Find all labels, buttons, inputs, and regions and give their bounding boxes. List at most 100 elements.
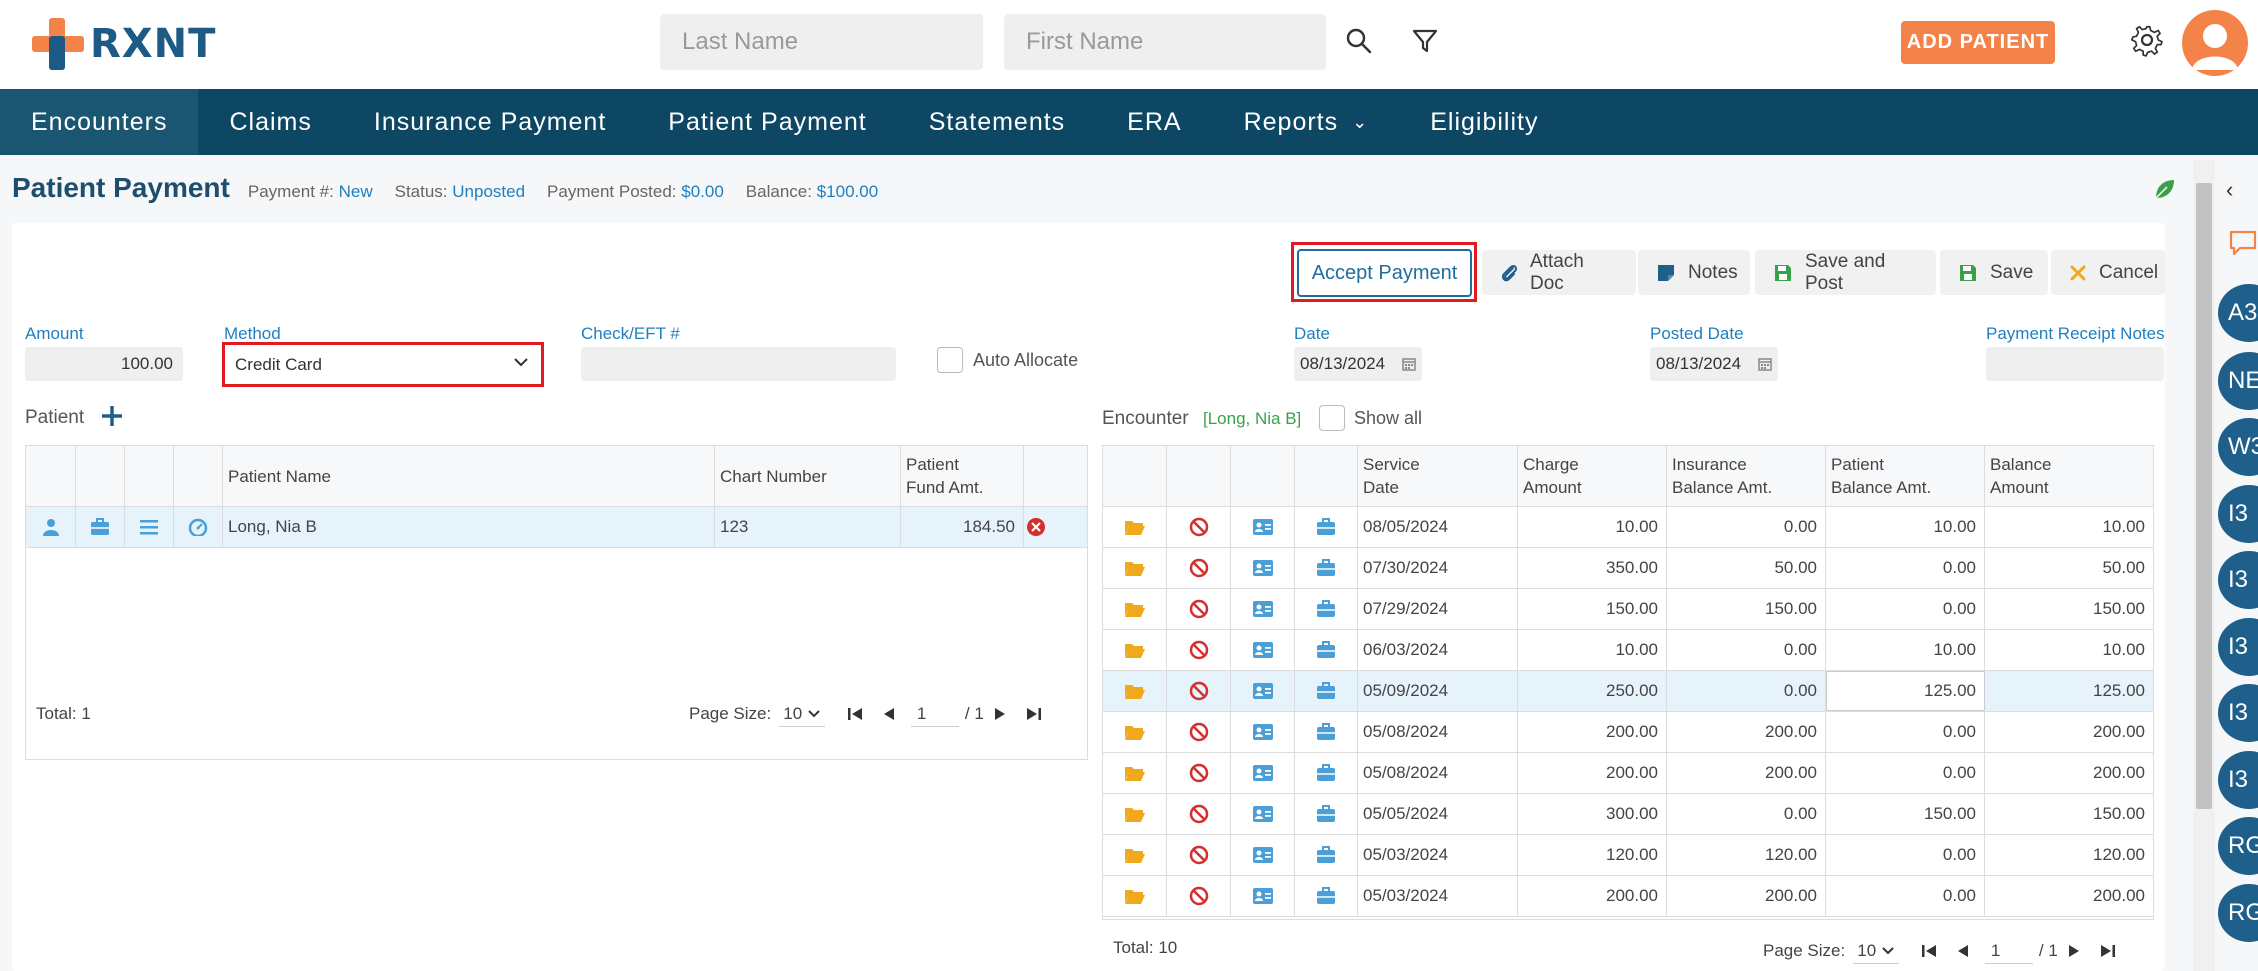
receipt-notes-input[interactable] <box>1986 347 2164 381</box>
page-number-input[interactable]: 1 <box>1984 938 2033 964</box>
briefcase-icon[interactable] <box>1295 630 1358 670</box>
folder-open-icon[interactable] <box>1103 589 1167 629</box>
folder-open-icon[interactable] <box>1103 671 1167 711</box>
folder-open-icon[interactable] <box>1103 876 1167 916</box>
patient-balance-cell[interactable]: 0.00 <box>1826 753 1985 793</box>
prev-page-icon[interactable] <box>1957 944 1969 958</box>
leaf-icon[interactable] <box>2154 178 2176 200</box>
patient-balance-cell[interactable]: 10.00 <box>1826 507 1985 547</box>
gear-icon[interactable] <box>2130 23 2164 57</box>
filter-icon[interactable] <box>1408 24 1442 58</box>
ban-icon[interactable] <box>1167 794 1231 834</box>
id-card-icon[interactable] <box>1231 876 1295 916</box>
nav-insurance-payment[interactable]: Insurance Payment <box>343 89 637 155</box>
rxnt-logo[interactable]: RXNT <box>32 18 216 70</box>
next-page-icon[interactable] <box>2068 944 2080 958</box>
save-and-post-button[interactable]: Save and Post <box>1755 250 1936 295</box>
patient-balance-cell[interactable]: 150.00 <box>1826 794 1985 834</box>
attach-doc-button[interactable]: Attach Doc <box>1482 250 1636 295</box>
save-button[interactable]: Save <box>1940 250 2048 295</box>
last-page-icon[interactable] <box>1026 707 1042 721</box>
briefcase-icon[interactable] <box>1295 671 1358 711</box>
briefcase-icon[interactable] <box>1295 507 1358 547</box>
briefcase-icon[interactable] <box>1295 548 1358 588</box>
id-card-icon[interactable] <box>1231 794 1295 834</box>
col-charge-amount[interactable]: Charge Amount <box>1518 446 1667 506</box>
col-patient-fund[interactable]: Patient Fund Amt. <box>901 446 1024 506</box>
col-insurance-balance[interactable]: Insurance Balance Amt. <box>1667 446 1826 506</box>
nav-encounters[interactable]: Encounters <box>0 89 199 155</box>
patient-balance-cell[interactable]: 0.00 <box>1826 712 1985 752</box>
table-row[interactable]: 05/08/2024 200.00 200.00 0.00 200.00 <box>1103 712 2153 753</box>
col-service-date[interactable]: Service Date <box>1358 446 1518 506</box>
id-card-icon[interactable] <box>1231 835 1295 875</box>
nav-reports[interactable]: Reports ⌄ <box>1213 89 1400 155</box>
id-card-icon[interactable] <box>1231 548 1295 588</box>
last-name-input[interactable]: Last Name <box>660 14 983 70</box>
table-row[interactable]: 05/05/2024 300.00 0.00 150.00 150.00 <box>1103 794 2153 835</box>
page-number-input[interactable]: 1 <box>910 701 959 727</box>
table-row[interactable]: 05/08/2024 200.00 200.00 0.00 200.00 <box>1103 753 2153 794</box>
col-chart-number[interactable]: Chart Number <box>715 446 901 506</box>
ban-icon[interactable] <box>1167 753 1231 793</box>
col-patient-name[interactable]: Patient Name <box>223 446 715 506</box>
id-card-icon[interactable] <box>1231 630 1295 670</box>
folder-open-icon[interactable] <box>1103 630 1167 670</box>
folder-open-icon[interactable] <box>1103 712 1167 752</box>
id-card-icon[interactable] <box>1231 753 1295 793</box>
briefcase-icon[interactable] <box>76 507 125 547</box>
nav-claims[interactable]: Claims <box>198 89 342 155</box>
ban-icon[interactable] <box>1167 548 1231 588</box>
first-page-icon[interactable] <box>847 707 863 721</box>
briefcase-icon[interactable] <box>1295 712 1358 752</box>
first-name-input[interactable]: First Name <box>1004 14 1326 70</box>
patient-balance-cell[interactable]: 0.00 <box>1826 548 1985 588</box>
add-patient-button[interactable]: ADD PATIENT <box>1901 21 2055 64</box>
calendar-icon[interactable] <box>1402 356 1416 376</box>
briefcase-icon[interactable] <box>1295 876 1358 916</box>
ban-icon[interactable] <box>1167 876 1231 916</box>
ban-icon[interactable] <box>1167 589 1231 629</box>
cancel-button[interactable]: Cancel <box>2051 250 2165 295</box>
scrollbar-thumb[interactable] <box>2196 183 2212 809</box>
calendar-icon[interactable] <box>1758 356 1772 376</box>
auto-allocate-checkbox[interactable] <box>937 347 963 373</box>
first-page-icon[interactable] <box>1921 944 1937 958</box>
patient-balance-cell[interactable]: 0.00 <box>1826 835 1985 875</box>
ban-icon[interactable] <box>1167 671 1231 711</box>
chevron-left-icon[interactable]: ‹ <box>2226 177 2233 203</box>
prev-page-icon[interactable] <box>883 707 895 721</box>
table-row[interactable]: Long, Nia B 123 184.50 <box>26 507 1087 548</box>
show-all-checkbox[interactable] <box>1319 405 1345 431</box>
id-card-icon[interactable] <box>1231 507 1295 547</box>
dashboard-gauge-icon[interactable] <box>174 507 223 547</box>
briefcase-icon[interactable] <box>1295 794 1358 834</box>
table-row[interactable]: 07/30/2024 350.00 50.00 0.00 50.00 <box>1103 548 2153 589</box>
method-select[interactable]: Credit Card <box>225 345 541 384</box>
nav-eligibility[interactable]: Eligibility <box>1399 89 1569 155</box>
patient-balance-cell[interactable]: 0.00 <box>1826 589 1985 629</box>
date-input[interactable]: 08/13/2024 <box>1294 347 1422 381</box>
briefcase-icon[interactable] <box>1295 589 1358 629</box>
nav-patient-payment[interactable]: Patient Payment <box>637 89 897 155</box>
list-icon[interactable] <box>125 507 174 547</box>
remove-row-icon[interactable] <box>1024 507 1087 547</box>
accept-payment-button[interactable]: Accept Payment <box>1297 249 1472 297</box>
check-eft-input[interactable] <box>581 347 896 381</box>
briefcase-icon[interactable] <box>1295 835 1358 875</box>
ban-icon[interactable] <box>1167 630 1231 670</box>
horizontal-scrollbar[interactable] <box>1102 920 2154 926</box>
col-balance-amount[interactable]: Balance Amount <box>1985 446 2155 506</box>
user-icon[interactable] <box>26 507 76 547</box>
folder-open-icon[interactable] <box>1103 794 1167 834</box>
amount-input[interactable]: 100.00 <box>25 347 183 381</box>
notes-button[interactable]: Notes <box>1638 250 1750 295</box>
table-row[interactable]: 05/09/2024 250.00 0.00 125.00 125.00 <box>1103 671 2153 712</box>
last-page-icon[interactable] <box>2100 944 2116 958</box>
briefcase-icon[interactable] <box>1295 753 1358 793</box>
table-row[interactable]: 06/03/2024 10.00 0.00 10.00 10.00 <box>1103 630 2153 671</box>
search-icon[interactable] <box>1342 24 1376 58</box>
patient-balance-cell[interactable]: 0.00 <box>1826 876 1985 916</box>
patient-balance-cell[interactable]: 10.00 <box>1826 630 1985 670</box>
ban-icon[interactable] <box>1167 835 1231 875</box>
